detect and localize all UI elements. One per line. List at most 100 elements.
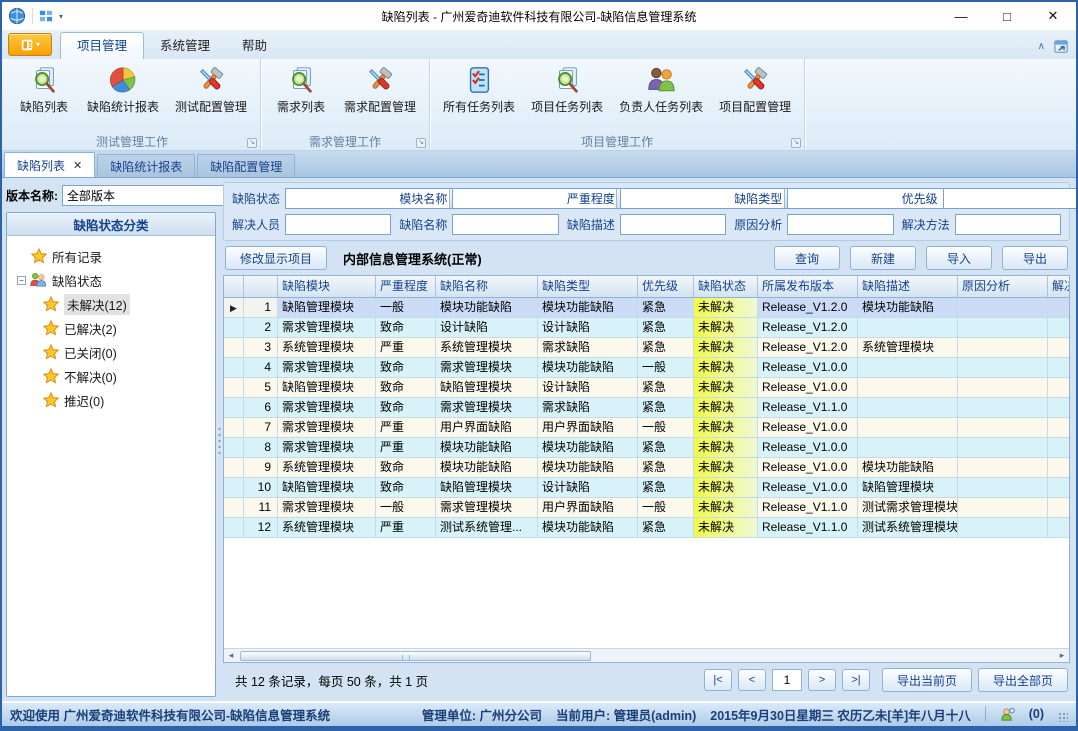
defect-report-button[interactable]: 缺陷统计报表 — [82, 63, 164, 117]
doc-tab-defect-report[interactable]: 缺陷统计报表 — [97, 154, 195, 177]
column-header[interactable]: 严重程度 — [376, 276, 436, 297]
import-button[interactable]: 导入 — [926, 246, 992, 270]
table-row[interactable]: 5 缺陷管理模块 致命 缺陷管理模块 设计缺陷 紧急 未解决 Release_V… — [224, 378, 1069, 398]
ribbon-tab-project[interactable]: 项目管理 — [60, 32, 144, 59]
window-title: 缺陷列表 - 广州爱奇迪软件科技有限公司-缺陷信息管理系统 — [2, 8, 1076, 25]
messenger-person-icon[interactable] — [1000, 707, 1015, 722]
row-number-cell: 11 — [244, 498, 278, 518]
doc-tab-defect-config[interactable]: 缺陷配置管理 — [197, 154, 295, 177]
table-row[interactable]: 8 需求管理模块 严重 模块功能缺陷 模块功能缺陷 紧急 未解决 Release… — [224, 438, 1069, 458]
query-button[interactable]: 查询 — [774, 246, 840, 270]
scrollbar-thumb[interactable] — [240, 651, 591, 661]
tree-item-unresolved[interactable]: 未解决(12) — [17, 292, 211, 316]
all-tasks-button[interactable]: 所有任务列表 — [438, 63, 520, 117]
cell: 致命 — [376, 478, 436, 498]
filter-label: 解决方法 — [902, 216, 950, 233]
column-header[interactable]: 缺陷描述 — [858, 276, 958, 297]
cell — [224, 418, 244, 438]
status-cell: 未解决 — [694, 338, 758, 358]
horizontal-scrollbar[interactable]: ◂ ▸ — [224, 648, 1069, 662]
quick-access-layout-icon[interactable] — [39, 9, 53, 23]
resize-grip[interactable] — [1058, 712, 1068, 722]
dialog-launcher-icon[interactable]: ↘ — [247, 138, 257, 148]
scroll-left-icon[interactable]: ◂ — [224, 649, 238, 662]
application-menu-button[interactable]: ▾ — [8, 33, 52, 56]
tree-item-resolved[interactable]: 已解决(2) — [17, 316, 211, 340]
maximize-button[interactable]: □ — [984, 2, 1030, 30]
close-tab-icon[interactable]: ✕ — [73, 159, 82, 172]
row-number-cell: 6 — [244, 398, 278, 418]
table-row[interactable]: 9 系统管理模块 致命 模块功能缺陷 模块功能缺陷 紧急 未解决 Release… — [224, 458, 1069, 478]
first-page-button[interactable]: |< — [704, 669, 732, 691]
version-label: 版本名称: — [6, 187, 58, 204]
prev-page-button[interactable]: < — [738, 669, 766, 691]
tree-item-wontfix[interactable]: 不解决(0) — [17, 364, 211, 388]
cell: 测试系统管理模块... — [858, 518, 958, 538]
table-row[interactable]: 6 需求管理模块 致命 需求管理模块 需求缺陷 紧急 未解决 Release_V… — [224, 398, 1069, 418]
quick-access-caret-icon[interactable]: ▾ — [59, 12, 63, 21]
ribbon-collapse-icon[interactable]: ∧ — [1038, 42, 1045, 52]
defect-name-input[interactable] — [452, 214, 558, 235]
close-button[interactable]: ✕ — [1030, 2, 1076, 30]
table-row[interactable]: 2 需求管理模块 致命 设计缺陷 设计缺陷 紧急 未解决 Release_V1.… — [224, 318, 1069, 338]
requirement-list-button[interactable]: 需求列表 — [269, 63, 333, 117]
scroll-right-icon[interactable]: ▸ — [1055, 649, 1069, 662]
requirement-config-button[interactable]: 需求配置管理 — [339, 63, 421, 117]
owner-tasks-button[interactable]: 负责人任务列表 — [614, 63, 708, 117]
row-number-column-header — [244, 276, 278, 297]
resolver-input[interactable] — [285, 214, 391, 235]
dialog-launcher-icon[interactable]: ↘ — [416, 138, 426, 148]
table-row[interactable]: 7 需求管理模块 严重 用户界面缺陷 用户界面缺陷 一般 未解决 Release… — [224, 418, 1069, 438]
defect-list-button[interactable]: 缺陷列表 — [12, 63, 76, 117]
window-restore-icon[interactable] — [1053, 38, 1070, 55]
sidebar: 版本名称: ▾ 缺陷状态分类 所有记录 − 缺陷状态 — [2, 178, 216, 701]
test-config-button[interactable]: 测试配置管理 — [170, 63, 252, 117]
column-header[interactable]: 缺陷模块 — [278, 276, 376, 297]
column-header[interactable]: 原因分析 — [958, 276, 1048, 297]
tree-item-postponed[interactable]: 推迟(0) — [17, 388, 211, 412]
column-header[interactable]: 优先级 — [638, 276, 694, 297]
tree-item-defect-status[interactable]: − 缺陷状态 — [17, 268, 211, 292]
doc-tab-defect-list[interactable]: 缺陷列表 ✕ — [4, 152, 95, 177]
table-row[interactable]: 10 缺陷管理模块 致命 缺陷管理模块 设计缺陷 紧急 未解决 Release_… — [224, 478, 1069, 498]
tree-item-closed[interactable]: 已关闭(0) — [17, 340, 211, 364]
dialog-launcher-icon[interactable]: ↘ — [791, 138, 801, 148]
tree-collapse-icon[interactable]: − — [17, 276, 26, 285]
new-button[interactable]: 新建 — [850, 246, 916, 270]
ribbon-tab-help[interactable]: 帮助 — [226, 33, 283, 59]
project-config-button[interactable]: 项目配置管理 — [714, 63, 796, 117]
sidebar-splitter[interactable] — [216, 178, 223, 701]
column-header[interactable]: 缺陷状态 — [694, 276, 758, 297]
export-all-pages-button[interactable]: 导出全部页 — [978, 668, 1068, 692]
cell — [1048, 338, 1069, 358]
tree-item-all-records[interactable]: 所有记录 — [17, 244, 211, 268]
page-number-input[interactable] — [772, 669, 802, 691]
version-select-value[interactable] — [63, 186, 226, 205]
search-doc-icon — [29, 65, 59, 95]
column-header[interactable]: 所属发布版本 — [758, 276, 858, 297]
priority-select[interactable]: ▾ — [943, 188, 1076, 209]
last-page-button[interactable]: >| — [842, 669, 870, 691]
project-tasks-button[interactable]: 项目任务列表 — [526, 63, 608, 117]
defect-desc-input[interactable] — [620, 214, 726, 235]
table-row[interactable]: 11 需求管理模块 一般 需求管理模块 用户界面缺陷 一般 未解决 Releas… — [224, 498, 1069, 518]
table-row[interactable]: 12 系统管理模块 严重 测试系统管理... 模块功能缺陷 紧急 未解决 Rel… — [224, 518, 1069, 538]
table-row[interactable]: 3 系统管理模块 严重 系统管理模块 需求缺陷 紧急 未解决 Release_V… — [224, 338, 1069, 358]
export-current-page-button[interactable]: 导出当前页 — [882, 668, 972, 692]
solution-input[interactable] — [955, 214, 1061, 235]
table-row[interactable]: 4 需求管理模块 致命 需求管理模块 模块功能缺陷 一般 未解决 Release… — [224, 358, 1069, 378]
table-row[interactable]: ▶ 1 缺陷管理模块 一般 模块功能缺陷 模块功能缺陷 紧急 未解决 Relea… — [224, 298, 1069, 318]
modify-columns-button[interactable]: 修改显示项目 — [225, 246, 327, 270]
export-button[interactable]: 导出 — [1002, 246, 1068, 270]
column-header[interactable]: 缺陷类型 — [538, 276, 638, 297]
cell: Release_V1.2.0 — [758, 318, 858, 338]
minimize-button[interactable]: — — [938, 2, 984, 30]
filter-label: 原因分析 — [734, 216, 782, 233]
column-header[interactable]: 解决方法 — [1048, 276, 1069, 297]
current-user-text: 当前用户: 管理员(admin) — [556, 705, 696, 724]
cause-analysis-input[interactable] — [787, 214, 893, 235]
ribbon-tab-system[interactable]: 系统管理 — [144, 33, 226, 59]
column-header[interactable]: 缺陷名称 — [436, 276, 538, 297]
ribbon-group-label: 需求管理工作 — [309, 133, 381, 150]
next-page-button[interactable]: > — [808, 669, 836, 691]
